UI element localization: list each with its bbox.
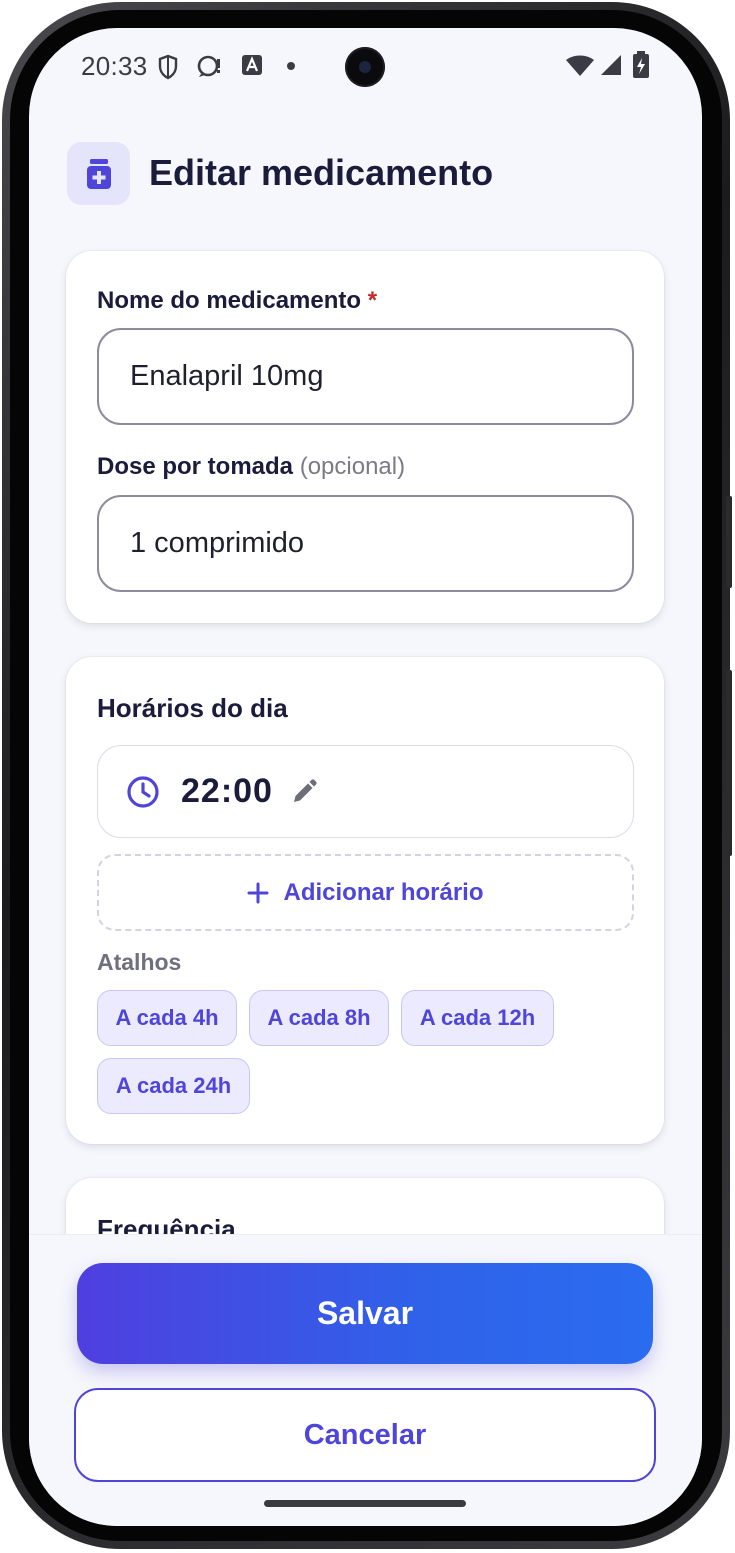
power-button	[726, 496, 732, 588]
status-bar: 20:33	[29, 28, 702, 108]
medication-name-label-text: Nome do medicamento	[97, 287, 362, 314]
signal-icon	[601, 55, 621, 75]
battery-charging-icon	[633, 51, 649, 78]
dose-optional-hint: (opcional)	[299, 453, 406, 480]
dose-value: 1 comprimido	[130, 527, 305, 559]
medication-name-value: Enalapril 10mg	[130, 360, 324, 392]
medication-name-input[interactable]: Enalapril 10mg	[97, 328, 634, 425]
time-value: 22:00	[181, 772, 273, 810]
cancel-button[interactable]: Cancelar	[74, 1388, 656, 1482]
app-screen: 20:33 Editar medicamento Nome do medicam…	[29, 28, 702, 1526]
wifi-icon	[566, 55, 594, 76]
clock-icon	[127, 776, 159, 808]
status-time: 20:33	[81, 51, 148, 81]
dose-label-text: Dose por tomada	[97, 453, 294, 480]
medication-info-card: Nome do medicamento * Enalapril 10mg Dos…	[66, 251, 664, 623]
shield-icon	[158, 54, 178, 80]
chat-alert-icon	[197, 55, 220, 77]
time-entry[interactable]: 22:00	[97, 745, 634, 838]
required-mark: *	[367, 287, 378, 314]
shortcut-chip-4h[interactable]: A cada 4h	[97, 990, 237, 1046]
shortcut-chip-12h[interactable]: A cada 12h	[401, 990, 554, 1046]
medication-name-label: Nome do medicamento *	[97, 287, 377, 315]
font-a-icon	[242, 55, 262, 75]
shortcut-chip-24h[interactable]: A cada 24h	[97, 1058, 250, 1114]
volume-button	[726, 670, 732, 856]
schedule-card: Horários do dia 22:00 Adicionar horário …	[66, 657, 664, 1144]
dose-input[interactable]: 1 comprimido	[97, 495, 634, 592]
bottom-action-bar: Salvar Cancelar	[29, 1234, 702, 1526]
save-button[interactable]: Salvar	[77, 1263, 653, 1364]
plus-icon	[247, 882, 269, 903]
add-time-button[interactable]: Adicionar horário	[97, 854, 634, 931]
front-camera	[345, 47, 385, 87]
add-time-label: Adicionar horário	[283, 878, 484, 906]
page-title: Editar medicamento	[149, 152, 494, 193]
dose-label: Dose por tomada (opcional)	[97, 453, 405, 481]
pencil-icon[interactable]	[291, 779, 317, 805]
shortcut-chip-8h[interactable]: A cada 8h	[249, 990, 389, 1046]
schedule-title: Horários do dia	[97, 693, 288, 723]
home-indicator[interactable]	[264, 1500, 466, 1507]
medicine-bottle-icon	[67, 142, 130, 205]
shortcuts-label: Atalhos	[97, 949, 182, 975]
dot-icon	[287, 62, 295, 70]
